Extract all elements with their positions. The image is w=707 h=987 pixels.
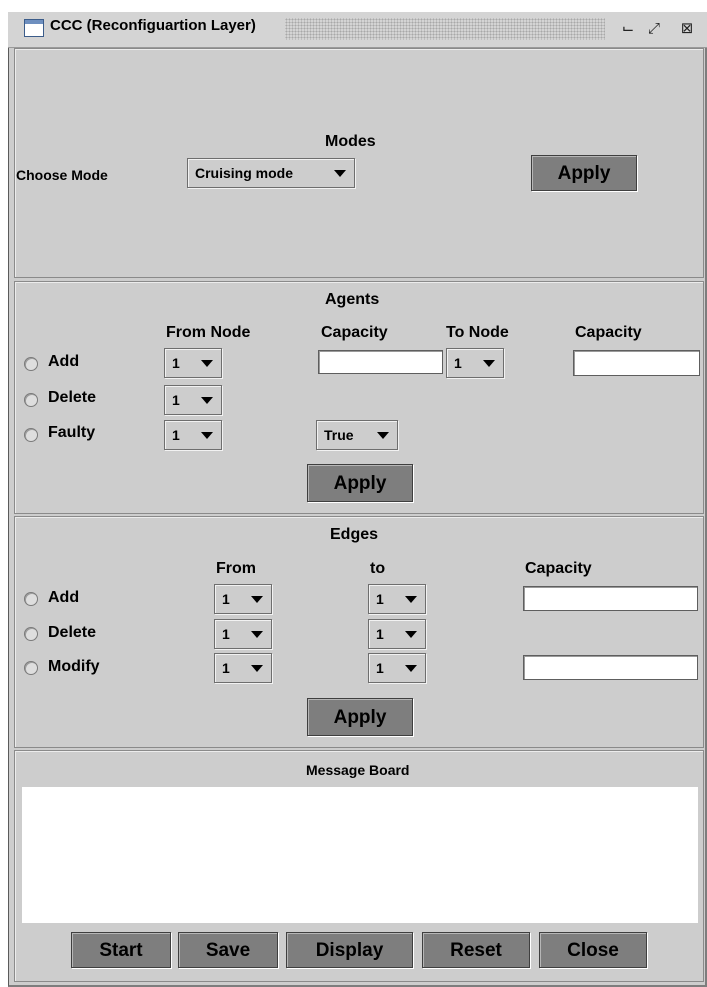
edges-modify-to-value: 1 bbox=[376, 660, 384, 676]
agents-delete-from-select[interactable]: 1 bbox=[164, 385, 222, 415]
agents-faulty-from-select[interactable]: 1 bbox=[164, 420, 222, 450]
chevron-down-icon bbox=[334, 170, 346, 177]
message-board-area[interactable] bbox=[22, 787, 698, 923]
agents-add-capacity2-field[interactable] bbox=[573, 350, 700, 376]
edges-heading: Edges bbox=[330, 526, 379, 543]
edges-add-radio[interactable] bbox=[24, 592, 38, 606]
agents-faulty-status-value: True bbox=[324, 427, 354, 443]
mode-select[interactable]: Cruising mode bbox=[187, 158, 355, 188]
agents-faulty-from-value: 1 bbox=[172, 427, 180, 443]
minimize-icon[interactable]: ⌙ bbox=[617, 17, 639, 39]
edges-modify-from-value: 1 bbox=[222, 660, 230, 676]
window-title: CCC (Reconfiguartion Layer) bbox=[50, 17, 256, 34]
choose-mode-label: Choose Mode bbox=[16, 167, 108, 183]
modes-apply-button[interactable]: Apply bbox=[531, 155, 637, 191]
edges-delete-to-select[interactable]: 1 bbox=[368, 619, 426, 649]
save-button[interactable]: Save bbox=[178, 932, 278, 968]
agents-faulty-status-select[interactable]: True bbox=[316, 420, 398, 450]
display-button[interactable]: Display bbox=[286, 932, 413, 968]
chevron-down-icon bbox=[405, 665, 417, 672]
mode-select-value: Cruising mode bbox=[195, 165, 294, 181]
edges-add-capacity-field[interactable] bbox=[523, 586, 698, 611]
agents-add-to-value: 1 bbox=[454, 355, 462, 371]
agents-delete-from-value: 1 bbox=[172, 392, 180, 408]
close-button[interactable]: Close bbox=[539, 932, 647, 968]
agents-heading: Agents bbox=[325, 291, 380, 308]
agents-add-from-select[interactable]: 1 bbox=[164, 348, 222, 378]
agents-col-from-node: From Node bbox=[166, 324, 251, 341]
agents-add-to-select[interactable]: 1 bbox=[446, 348, 504, 378]
edges-add-from-value: 1 bbox=[222, 591, 230, 607]
edges-add-to-value: 1 bbox=[376, 591, 384, 607]
chevron-down-icon bbox=[405, 631, 417, 638]
agents-add-capacity-field[interactable] bbox=[318, 350, 443, 374]
reset-button[interactable]: Reset bbox=[422, 932, 530, 968]
chevron-down-icon bbox=[483, 360, 495, 367]
chevron-down-icon bbox=[251, 665, 263, 672]
chevron-down-icon bbox=[251, 631, 263, 638]
message-board-heading: Message Board bbox=[306, 762, 410, 778]
agents-apply-button[interactable]: Apply bbox=[307, 464, 413, 502]
chevron-down-icon bbox=[201, 432, 213, 439]
edges-modify-to-select[interactable]: 1 bbox=[368, 653, 426, 683]
modes-heading: Modes bbox=[325, 133, 376, 150]
agents-add-label: Add bbox=[48, 353, 80, 370]
agents-faulty-radio[interactable] bbox=[24, 428, 38, 442]
agents-col-capacity: Capacity bbox=[321, 324, 388, 341]
edges-col-to: to bbox=[370, 560, 386, 577]
close-window-icon[interactable]: ⊠ bbox=[676, 17, 698, 39]
chevron-down-icon bbox=[405, 596, 417, 603]
edges-col-from: From bbox=[216, 560, 256, 577]
chevron-down-icon bbox=[201, 360, 213, 367]
agents-add-radio[interactable] bbox=[24, 357, 38, 371]
agents-add-from-value: 1 bbox=[172, 355, 180, 371]
edges-modify-from-select[interactable]: 1 bbox=[214, 653, 272, 683]
edges-delete-to-value: 1 bbox=[376, 626, 384, 642]
title-bar-grip bbox=[285, 18, 605, 40]
edges-col-capacity: Capacity bbox=[525, 560, 592, 577]
chevron-down-icon bbox=[251, 596, 263, 603]
chevron-down-icon bbox=[377, 432, 389, 439]
agents-faulty-label: Faulty bbox=[48, 424, 96, 441]
agents-col-capacity-2: Capacity bbox=[575, 324, 642, 341]
agents-delete-label: Delete bbox=[48, 389, 97, 406]
edges-modify-label: Modify bbox=[48, 658, 100, 675]
agents-delete-radio[interactable] bbox=[24, 393, 38, 407]
edges-modify-radio[interactable] bbox=[24, 661, 38, 675]
window-app-icon bbox=[24, 19, 44, 37]
edges-delete-label: Delete bbox=[48, 624, 97, 641]
edges-add-to-select[interactable]: 1 bbox=[368, 584, 426, 614]
edges-modify-capacity-field[interactable] bbox=[523, 655, 698, 680]
edges-add-label: Add bbox=[48, 589, 80, 606]
agents-col-to-node: To Node bbox=[446, 324, 509, 341]
edges-delete-from-select[interactable]: 1 bbox=[214, 619, 272, 649]
edges-delete-radio[interactable] bbox=[24, 627, 38, 641]
chevron-down-icon bbox=[201, 397, 213, 404]
edges-add-from-select[interactable]: 1 bbox=[214, 584, 272, 614]
edges-apply-button[interactable]: Apply bbox=[307, 698, 413, 736]
maximize-icon[interactable]: ⤢ bbox=[643, 17, 665, 39]
start-button[interactable]: Start bbox=[71, 932, 171, 968]
edges-delete-from-value: 1 bbox=[222, 626, 230, 642]
